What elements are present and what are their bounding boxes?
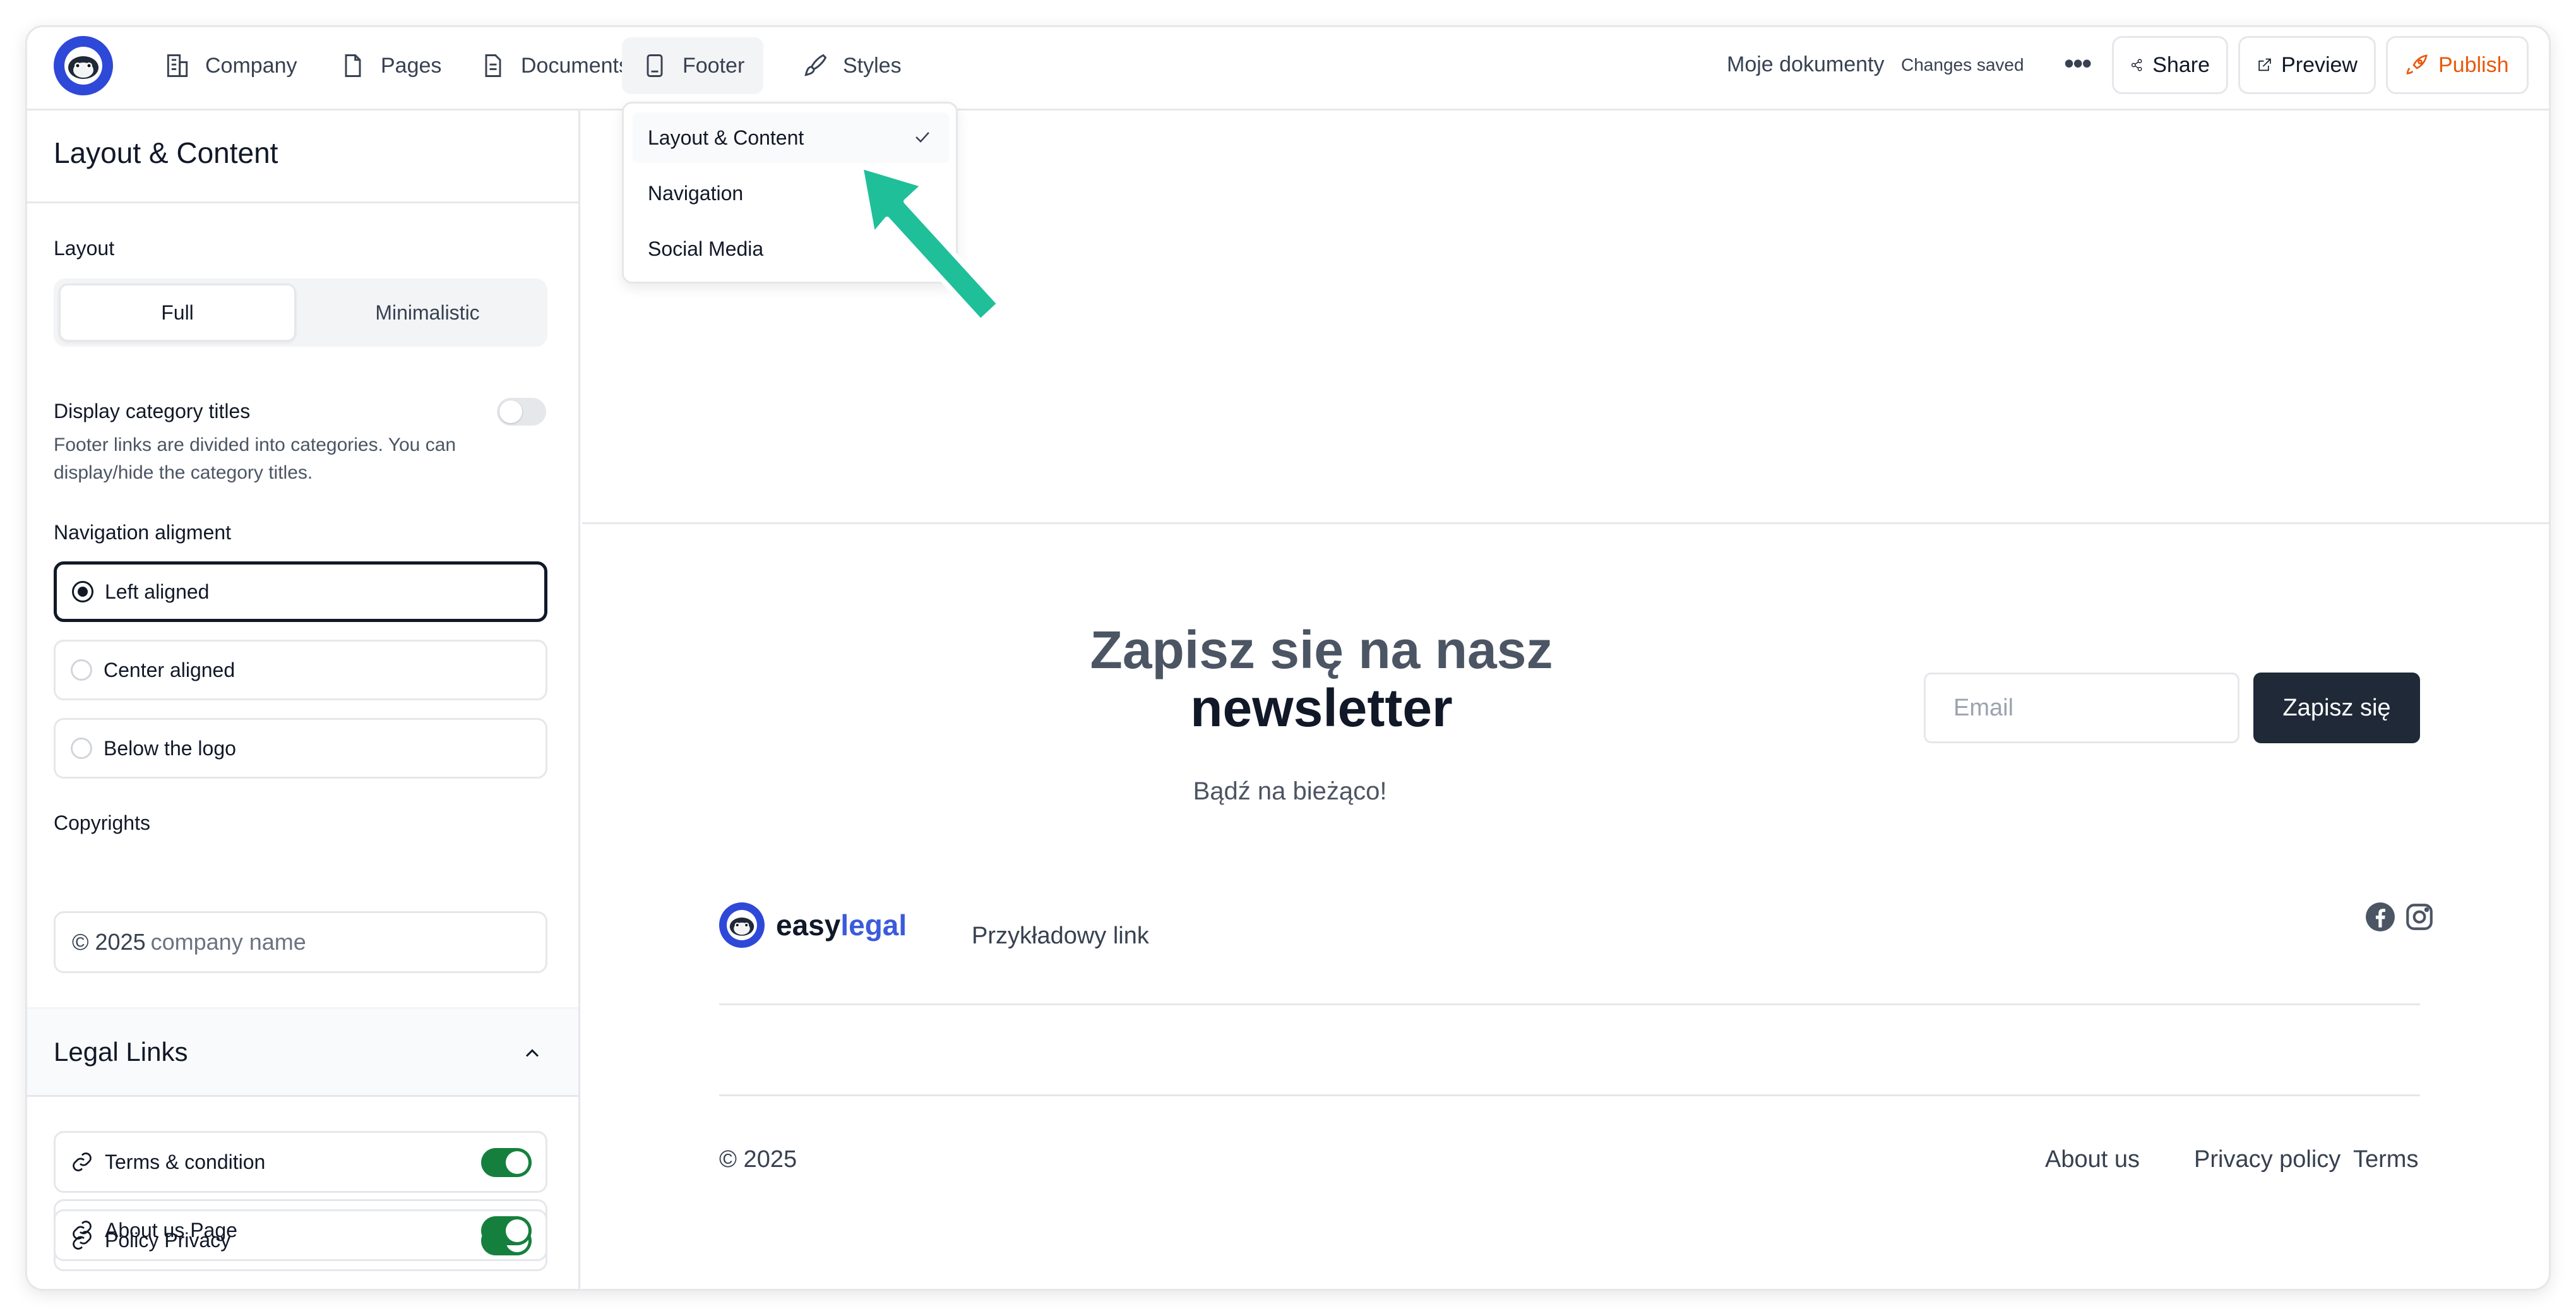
preview-label: Preview bbox=[2281, 52, 2358, 77]
nav-label: Documents bbox=[521, 53, 629, 78]
nav-label: Styles bbox=[843, 53, 902, 78]
category-titles-help: Footer links are divided into categories… bbox=[54, 434, 456, 483]
legal-links-title: Legal Links bbox=[54, 1037, 188, 1067]
external-link-icon bbox=[2258, 58, 2271, 71]
nav-pages[interactable]: Pages bbox=[320, 37, 460, 94]
nav-documents[interactable]: Documents bbox=[460, 37, 648, 94]
footer-link-privacy[interactable]: Privacy policy bbox=[2194, 1146, 2340, 1173]
app-logo[interactable] bbox=[54, 36, 113, 95]
about-toggle[interactable] bbox=[481, 1216, 532, 1245]
nav-label: Footer bbox=[683, 53, 745, 78]
footer-icon bbox=[647, 54, 663, 77]
legal-link-label: Terms & condition bbox=[105, 1150, 266, 1173]
document-icon bbox=[485, 54, 501, 77]
top-bar: Company Pages Documents Footer Styles Mo… bbox=[27, 27, 2549, 111]
publish-label: Publish bbox=[2438, 52, 2509, 77]
nav-styles[interactable]: Styles bbox=[782, 37, 921, 94]
copyright-field[interactable]: © 2025 bbox=[54, 911, 547, 973]
legal-link-terms[interactable]: Terms & condition bbox=[54, 1131, 547, 1193]
radio-indicator bbox=[71, 738, 92, 759]
nav-label: Pages bbox=[381, 53, 442, 78]
radio-below-logo[interactable]: Below the logo bbox=[54, 718, 547, 779]
menu-item-label: Layout & Content bbox=[648, 126, 804, 149]
building-icon bbox=[167, 54, 188, 77]
layout-option-minimalistic[interactable]: Minimalistic bbox=[309, 284, 546, 342]
link-icon bbox=[73, 1221, 92, 1240]
layout-segmented-control: Full Minimalistic bbox=[54, 278, 547, 347]
radio-left-aligned[interactable]: Left aligned bbox=[54, 561, 547, 622]
newsletter-subtitle: Bądź na bieżąco! bbox=[1193, 777, 1387, 805]
layout-label: Layout bbox=[54, 237, 115, 260]
nav-company[interactable]: Company bbox=[145, 37, 316, 94]
radio-label: Below the logo bbox=[104, 736, 236, 760]
more-options-button[interactable]: ••• bbox=[2064, 46, 2092, 80]
category-titles-label: Display category titles bbox=[54, 400, 251, 422]
nav-label: Company bbox=[205, 53, 297, 78]
layout-option-full[interactable]: Full bbox=[59, 284, 296, 342]
rocket-icon bbox=[2406, 54, 2428, 75]
sloth-logo-icon bbox=[719, 902, 765, 948]
footer-sample-link[interactable]: Przykładowy link bbox=[972, 923, 1149, 950]
footer-divider bbox=[719, 1094, 2420, 1096]
footer-link-terms[interactable]: Terms bbox=[2353, 1146, 2418, 1173]
subscribe-button[interactable]: Zapisz się bbox=[2253, 673, 2420, 743]
brand-legal: legal bbox=[840, 909, 907, 942]
facebook-icon[interactable] bbox=[2364, 901, 2396, 933]
preview-button[interactable]: Preview bbox=[2238, 36, 2376, 94]
save-status: Changes saved bbox=[1901, 55, 2024, 75]
legal-link-label: About us Page bbox=[105, 1218, 237, 1241]
page-icon bbox=[345, 54, 361, 77]
chevron-up-icon bbox=[525, 1049, 539, 1057]
sidebar-title: Layout & Content bbox=[54, 136, 278, 169]
nav-footer[interactable]: Footer bbox=[622, 37, 764, 94]
newsletter-email-input[interactable] bbox=[1924, 673, 2239, 743]
document-name[interactable]: Moje dokumenty bbox=[1727, 52, 1884, 77]
newsletter-heading: Zapisz się na nasz newsletter bbox=[974, 621, 1669, 737]
divider bbox=[27, 201, 578, 203]
footer-brand[interactable]: easylegal bbox=[719, 902, 907, 948]
check-icon bbox=[915, 132, 929, 143]
footer-link-about[interactable]: About us bbox=[2045, 1146, 2140, 1173]
footer-copyright: © 2025 bbox=[719, 1146, 797, 1173]
legal-link-about[interactable]: About us Page bbox=[54, 1199, 547, 1261]
brush-icon bbox=[804, 54, 827, 76]
settings-sidebar: Layout & Content Layout Full Minimalisti… bbox=[27, 111, 580, 1289]
radio-label: Left aligned bbox=[105, 580, 210, 603]
terms-toggle[interactable] bbox=[481, 1148, 532, 1177]
radio-center-aligned[interactable]: Center aligned bbox=[54, 640, 547, 700]
radio-indicator bbox=[72, 581, 93, 602]
legal-links-header[interactable]: Legal Links bbox=[27, 1007, 578, 1097]
link-icon bbox=[73, 1152, 92, 1171]
copyright-prefix: © 2025 bbox=[72, 929, 146, 955]
radio-label: Center aligned bbox=[104, 658, 236, 681]
share-icon bbox=[2131, 59, 2142, 71]
brand-easy: easy bbox=[776, 909, 841, 942]
copyrights-label: Copyrights bbox=[54, 811, 150, 834]
annotation-arrow bbox=[858, 164, 1002, 324]
newsletter-heading-line1: Zapisz się na nasz bbox=[1090, 620, 1553, 679]
category-titles-toggle[interactable] bbox=[497, 398, 546, 426]
menu-item-label: Navigation bbox=[648, 181, 744, 205]
nav-alignment-label: Navigation aligment bbox=[54, 521, 232, 544]
sloth-logo-icon bbox=[64, 47, 102, 85]
company-name-input[interactable] bbox=[150, 929, 479, 955]
menu-item-label: Social Media bbox=[648, 237, 764, 260]
share-button[interactable]: Share bbox=[2112, 36, 2228, 94]
publish-button[interactable]: Publish bbox=[2386, 36, 2529, 94]
radio-indicator bbox=[71, 659, 92, 681]
newsletter-heading-line2: newsletter bbox=[1190, 678, 1453, 738]
share-label: Share bbox=[2152, 52, 2210, 77]
brand-wordmark: easylegal bbox=[776, 908, 907, 942]
section-divider bbox=[582, 522, 2549, 524]
instagram-icon[interactable] bbox=[2404, 901, 2435, 933]
footer-divider bbox=[719, 1003, 2420, 1005]
app-window: Company Pages Documents Footer Styles Mo… bbox=[25, 25, 2551, 1291]
